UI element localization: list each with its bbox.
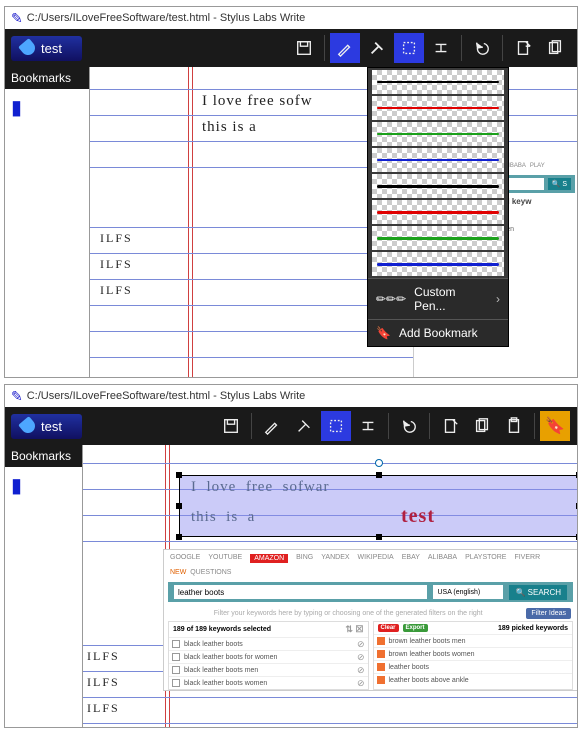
window-title: C:/Users/ILoveFreeSoftware/test.html - S… [27, 390, 306, 402]
embedded-query-input[interactable] [174, 585, 427, 599]
undo-button[interactable] [394, 411, 424, 441]
handwriting-line: this is a [202, 119, 257, 136]
file-tab[interactable]: test [11, 36, 82, 61]
embedded-search-btn[interactable]: 🔍 S [548, 178, 571, 190]
workspace: Bookmarks ▮ I love free sofw this is a t… [5, 67, 577, 377]
toolbar: test [5, 29, 577, 67]
embedded-tabs: GOOGLEYOUTUBE AMAZON BINGYANDEXWIKIPEDIA… [164, 550, 577, 567]
screenshot-2: ✎ C:/Users/ILoveFreeSoftware/test.html -… [4, 384, 578, 728]
pen-tool-button[interactable] [330, 33, 360, 63]
clipboard-cut-button[interactable] [508, 33, 538, 63]
handwriting-small: ILFS [100, 257, 133, 272]
embedded-filter-button[interactable]: Filter Ideas [526, 608, 571, 619]
handwriting-small: ILFS [87, 649, 120, 664]
resize-handle[interactable] [576, 472, 577, 478]
bookmark-flag-icon[interactable]: ▮ [11, 95, 83, 120]
workspace: Bookmarks ▮ I love free sofwar this is a… [5, 445, 577, 728]
insert-space-button[interactable] [353, 411, 383, 441]
select-tool-button[interactable] [394, 33, 424, 63]
pen-preset[interactable] [372, 174, 504, 198]
pen-palette-dropdown: ✏✏✏ Custom Pen... › 🔖 Add Bookmark [367, 67, 509, 347]
resize-handle[interactable] [176, 503, 182, 509]
screenshot-1: ✎ C:/Users/ILoveFreeSoftware/test.html -… [4, 6, 578, 378]
chevron-right-icon: › [496, 292, 500, 306]
clipboard-copy-button[interactable] [540, 33, 570, 63]
app-icon: ✎ [11, 10, 23, 27]
eraser-tool-button[interactable] [362, 33, 392, 63]
bookmark-add-icon: 🔖 [376, 326, 391, 340]
bookmarks-panel: Bookmarks ▮ [5, 445, 83, 728]
pen-preset[interactable] [372, 226, 504, 250]
handwriting-line: I love free sofwar [191, 479, 329, 496]
add-bookmark-label: Add Bookmark [399, 326, 478, 340]
resize-handle[interactable] [176, 472, 182, 478]
toolbar: test 🔖 [5, 407, 577, 445]
pen-tool-button[interactable] [257, 411, 287, 441]
window-titlebar: ✎ C:/Users/ILoveFreeSoftware/test.html -… [5, 7, 577, 29]
embedded-search-bar: USA (english) 🔍 SEARCH [168, 582, 573, 602]
bookmarks-header: Bookmarks [5, 67, 89, 89]
resize-handle[interactable] [576, 534, 577, 540]
handwriting-line: this is a [191, 509, 255, 526]
file-tab[interactable]: test [11, 414, 82, 439]
pen-marker-icon: ✏✏✏ [376, 292, 406, 306]
pen-preset[interactable] [372, 122, 504, 146]
custom-pen-button[interactable]: ✏✏✏ Custom Pen... › [368, 278, 508, 319]
pen-preset[interactable] [372, 70, 504, 94]
embedded-region-select[interactable]: USA (english) [433, 585, 503, 599]
handwriting-line: I love free sofw [202, 93, 313, 110]
file-tab-label: test [41, 41, 62, 56]
col-action-icon[interactable]: ⇅ ☒ [345, 624, 363, 635]
pen-preset[interactable] [372, 148, 504, 172]
window-titlebar: ✎ C:/Users/ILoveFreeSoftware/test.html -… [5, 385, 577, 407]
window-title: C:/Users/ILoveFreeSoftware/test.html - S… [27, 12, 306, 24]
embedded-tab-active[interactable]: AMAZON [250, 554, 288, 563]
clipboard-cut-button[interactable] [435, 411, 465, 441]
file-tab-icon [18, 38, 38, 58]
select-tool-button[interactable] [321, 411, 351, 441]
save-button[interactable] [289, 33, 319, 63]
handwriting-small: ILFS [87, 701, 120, 716]
pen-preset[interactable] [372, 96, 504, 120]
pen-preset[interactable] [372, 200, 504, 224]
resize-handle[interactable] [176, 534, 182, 540]
undo-button[interactable] [467, 33, 497, 63]
bookmarks-panel: Bookmarks ▮ [5, 67, 90, 377]
bookmark-icon: 🔖 [545, 416, 565, 436]
embedded-hint: Filter your keywords here by typing or c… [170, 606, 526, 621]
clipboard-paste-button[interactable] [499, 411, 529, 441]
pen-preset[interactable] [372, 252, 504, 276]
file-tab-icon [18, 416, 38, 436]
drawing-canvas[interactable]: I love free sofw this is a test ILFS ILF… [90, 67, 577, 377]
resize-handle[interactable] [576, 503, 577, 509]
file-tab-label: test [41, 419, 62, 434]
custom-pen-label: Custom Pen... [414, 285, 488, 313]
handwriting-small: ILFS [87, 675, 120, 690]
embedded-left-col: 189 of 189 keywords selected⇅ ☒ black le… [168, 621, 369, 690]
clipboard-copy-button[interactable] [467, 411, 497, 441]
embedded-search-button[interactable]: 🔍 SEARCH [509, 585, 567, 600]
embedded-page: GOOGLEYOUTUBE AMAZON BINGYANDEXWIKIPEDIA… [163, 549, 577, 691]
rotation-handle[interactable] [375, 459, 383, 467]
save-button[interactable] [216, 411, 246, 441]
bookmark-flag-icon[interactable]: ▮ [11, 473, 76, 498]
add-bookmark-button[interactable]: 🔖 Add Bookmark [368, 319, 508, 346]
drawing-canvas[interactable]: I love free sofwar this is a test ILFS I… [83, 445, 577, 728]
insert-space-button[interactable] [426, 33, 456, 63]
embedded-right-col: Clear Export 189 picked keywords brown l… [373, 621, 574, 690]
handwriting-small: ILFS [100, 283, 133, 298]
app-icon: ✎ [11, 388, 23, 405]
handwriting-small: ILFS [100, 231, 133, 246]
bookmarks-header: Bookmarks [5, 445, 82, 467]
resize-handle[interactable] [376, 534, 382, 540]
handwriting-test: test [401, 505, 435, 528]
eraser-tool-button[interactable] [289, 411, 319, 441]
bookmark-toggle-button[interactable]: 🔖 [540, 411, 570, 441]
resize-handle[interactable] [376, 472, 382, 478]
